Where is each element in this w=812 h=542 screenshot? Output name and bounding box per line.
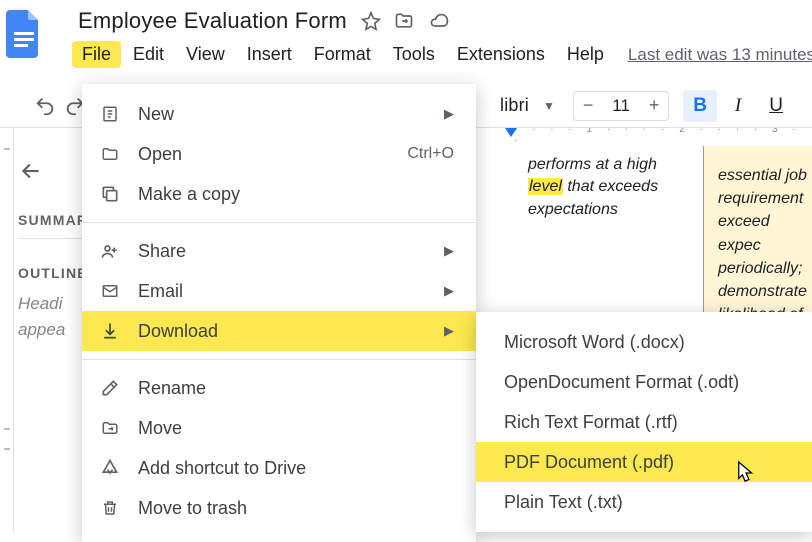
font-family-select[interactable]: libri bbox=[500, 95, 529, 116]
menu-item-open[interactable]: Open Ctrl+O bbox=[82, 134, 476, 174]
rename-icon bbox=[96, 378, 124, 398]
bold-button[interactable]: B bbox=[683, 90, 717, 122]
menu-help[interactable]: Help bbox=[557, 41, 614, 68]
doc-text: requirement bbox=[718, 187, 812, 210]
font-size-stepper: − 11 + bbox=[573, 91, 669, 121]
menu-format[interactable]: Format bbox=[304, 41, 381, 68]
undo-button[interactable] bbox=[30, 91, 60, 121]
submenu-item-label: PDF Document (.pdf) bbox=[504, 452, 674, 473]
submenu-arrow-icon: ▶ bbox=[436, 283, 454, 299]
submenu-item-txt[interactable]: Plain Text (.txt) bbox=[476, 482, 812, 522]
menu-item-label: Move bbox=[138, 418, 454, 439]
submenu-arrow-icon: ▶ bbox=[436, 243, 454, 259]
download-icon bbox=[96, 321, 124, 341]
star-icon[interactable] bbox=[361, 11, 381, 31]
menu-item-label: Make a copy bbox=[138, 184, 454, 205]
menu-item-label: Download bbox=[138, 321, 436, 342]
font-size-value[interactable]: 11 bbox=[602, 96, 640, 116]
submenu-item-docx[interactable]: Microsoft Word (.docx) bbox=[476, 322, 812, 362]
italic-button[interactable]: I bbox=[721, 90, 755, 122]
menu-insert[interactable]: Insert bbox=[237, 41, 302, 68]
menu-item-label: Email bbox=[138, 281, 436, 302]
menu-item-label: New bbox=[138, 104, 436, 125]
menu-separator bbox=[82, 359, 476, 360]
doc-text: level that exceeds bbox=[528, 176, 685, 198]
menu-extensions[interactable]: Extensions bbox=[447, 41, 555, 68]
document-title[interactable]: Employee Evaluation Form bbox=[78, 8, 347, 34]
menu-item-download[interactable]: Download ▶ bbox=[82, 311, 476, 351]
caret-down-icon[interactable]: ▼ bbox=[543, 99, 555, 113]
menu-item-rename[interactable]: Rename bbox=[82, 368, 476, 408]
download-submenu: Microsoft Word (.docx) OpenDocument Form… bbox=[476, 312, 812, 532]
menu-bar: File Edit View Insert Format Tools Exten… bbox=[50, 41, 812, 68]
submenu-item-pdf[interactable]: PDF Document (.pdf) bbox=[476, 442, 812, 482]
doc-text: performs at a high bbox=[528, 154, 685, 176]
menu-item-share[interactable]: Share ▶ bbox=[82, 231, 476, 271]
docs-header: Employee Evaluation Form File Edit View … bbox=[0, 0, 812, 68]
menu-item-label: Move to trash bbox=[138, 498, 454, 519]
cloud-status-icon[interactable] bbox=[427, 11, 451, 31]
menu-tools[interactable]: Tools bbox=[383, 41, 445, 68]
menu-item-label: Add shortcut to Drive bbox=[138, 458, 454, 479]
doc-text: exceed expec bbox=[718, 210, 812, 256]
move-icon bbox=[96, 419, 124, 437]
menu-item-new[interactable]: New ▶ bbox=[82, 94, 476, 134]
menu-item-label: Rename bbox=[138, 378, 454, 399]
docs-app-icon[interactable] bbox=[6, 7, 42, 61]
menu-item-email[interactable]: Email ▶ bbox=[82, 271, 476, 311]
menu-item-label: Share bbox=[138, 241, 436, 262]
move-folder-icon[interactable] bbox=[393, 11, 415, 31]
drive-shortcut-icon bbox=[96, 458, 124, 478]
new-doc-icon bbox=[96, 104, 124, 124]
menu-item-add-shortcut[interactable]: Add shortcut to Drive bbox=[82, 448, 476, 488]
horizontal-ruler: · · · · 1 · · · · 2 · · · · 3 · · bbox=[496, 128, 812, 146]
keyboard-shortcut: Ctrl+O bbox=[407, 145, 454, 163]
folder-icon bbox=[96, 145, 124, 163]
submenu-item-odt[interactable]: OpenDocument Format (.odt) bbox=[476, 362, 812, 402]
menu-item-label: Open bbox=[138, 144, 407, 165]
menu-view[interactable]: View bbox=[176, 41, 235, 68]
last-edit-link[interactable]: Last edit was 13 minutes a bbox=[628, 45, 812, 65]
font-size-decrease-button[interactable]: − bbox=[574, 92, 602, 120]
doc-text: demonstrate bbox=[718, 280, 812, 303]
doc-text: expectations bbox=[528, 199, 685, 221]
submenu-item-rtf[interactable]: Rich Text Format (.rtf) bbox=[476, 402, 812, 442]
font-size-increase-button[interactable]: + bbox=[640, 92, 668, 120]
file-menu-dropdown: New ▶ Open Ctrl+O Make a copy Share ▶ Em… bbox=[82, 84, 476, 542]
menu-file[interactable]: File bbox=[72, 41, 121, 68]
ruler-indent-marker[interactable] bbox=[505, 128, 517, 137]
copy-icon bbox=[96, 184, 124, 204]
doc-text: periodically; bbox=[718, 257, 812, 280]
submenu-arrow-icon: ▶ bbox=[436, 323, 454, 339]
mouse-cursor-icon bbox=[736, 460, 758, 486]
submenu-arrow-icon: ▶ bbox=[436, 106, 454, 122]
menu-item-move[interactable]: Move bbox=[82, 408, 476, 448]
menu-edit[interactable]: Edit bbox=[123, 41, 174, 68]
menu-item-make-copy[interactable]: Make a copy bbox=[82, 174, 476, 214]
underline-button[interactable]: U bbox=[759, 90, 793, 122]
doc-text: essential job bbox=[718, 164, 812, 187]
menu-separator bbox=[82, 222, 476, 223]
trash-icon bbox=[96, 498, 124, 518]
email-icon bbox=[96, 282, 124, 300]
share-icon bbox=[96, 241, 124, 261]
menu-item-trash[interactable]: Move to trash bbox=[82, 488, 476, 528]
